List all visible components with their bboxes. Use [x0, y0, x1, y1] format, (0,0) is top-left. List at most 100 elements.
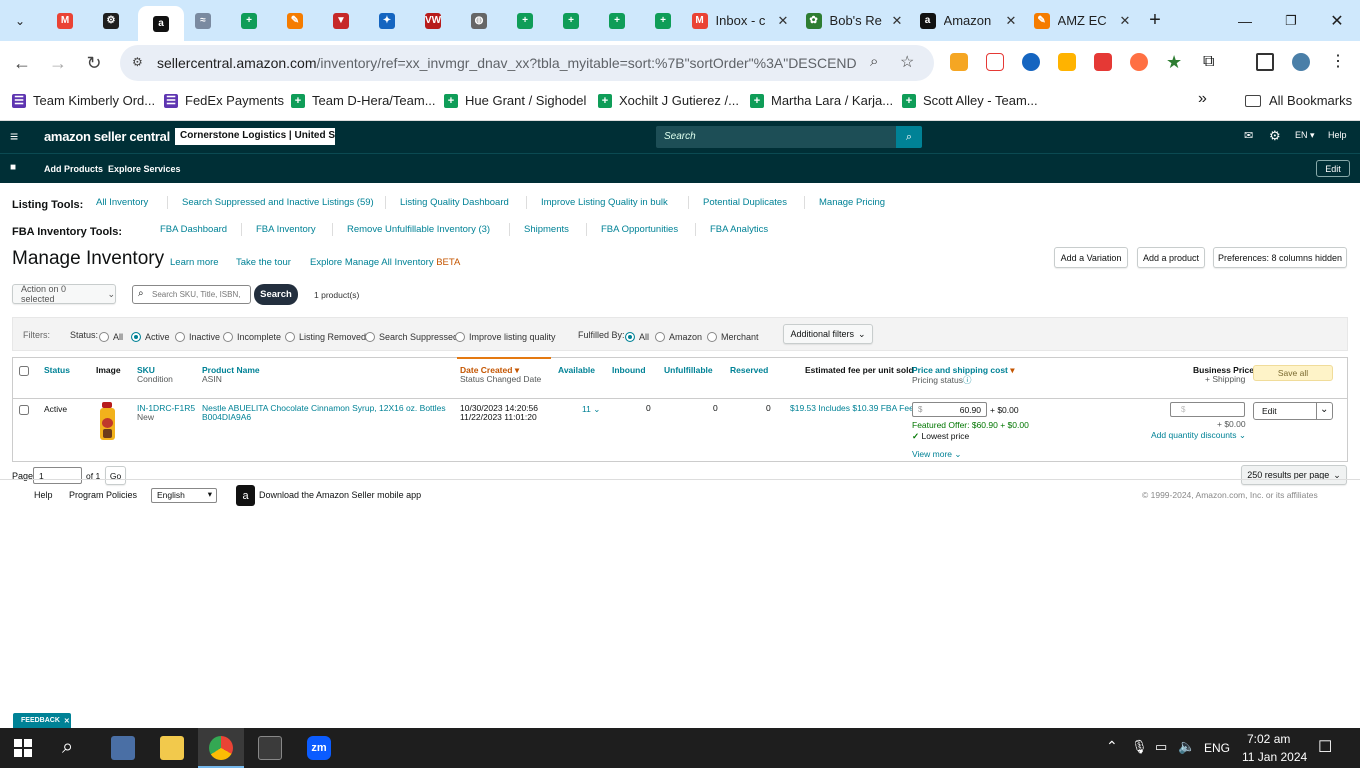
- learn-more-link[interactable]: Learn more: [170, 257, 219, 268]
- footer-language-select[interactable]: English ▾: [151, 488, 217, 503]
- close-tab-icon[interactable]: ✕: [892, 13, 903, 29]
- mail-icon[interactable]: ✉: [1244, 129, 1253, 142]
- seller-central-logo[interactable]: amazon seller central: [44, 129, 170, 144]
- close-tab-icon[interactable]: ✕: [1120, 13, 1131, 29]
- browser-tab[interactable]: ◍: [460, 6, 498, 35]
- product-image[interactable]: [97, 402, 119, 442]
- chevron-down-icon[interactable]: ⌄: [1320, 404, 1328, 415]
- add-variation-button[interactable]: Add a Variation: [1054, 247, 1128, 268]
- results-per-page-dropdown[interactable]: 250 results per page ⌄: [1241, 465, 1347, 485]
- listing-tools-link-2[interactable]: Listing Quality Dashboard: [400, 197, 509, 208]
- extension-icon-6[interactable]: [1130, 53, 1148, 71]
- status-filter-incomplete[interactable]: Incomplete: [223, 328, 281, 346]
- browser-tab[interactable]: ✎ AMZ EC ✕: [1026, 6, 1138, 35]
- seller-app-icon[interactable]: a: [236, 485, 255, 506]
- listing-tools-link-5[interactable]: Manage Pricing: [819, 197, 885, 208]
- tab-search-button[interactable]: ⌄: [2, 6, 38, 35]
- footer-policies-link[interactable]: Program Policies: [69, 490, 137, 500]
- extensions-puzzle-icon[interactable]: ⧉: [1203, 53, 1221, 71]
- status-filter-search-suppressed[interactable]: Search Suppressed: [365, 328, 458, 346]
- volume-icon[interactable]: 🔈: [1178, 738, 1195, 755]
- additional-filters-button[interactable]: Additional filters ⌄: [783, 324, 873, 344]
- close-icon[interactable]: ✕: [64, 717, 70, 725]
- restore-button[interactable]: ❐: [1279, 6, 1303, 35]
- go-button[interactable]: Go: [105, 466, 126, 485]
- row-checkbox[interactable]: [19, 405, 29, 415]
- radio-button[interactable]: [707, 331, 717, 342]
- info-icon[interactable]: ⓘ: [963, 375, 972, 385]
- language-selector[interactable]: EN ▾: [1295, 130, 1315, 141]
- desktop-app-icon[interactable]: [111, 736, 135, 760]
- notifications-icon[interactable]: ☐: [1318, 737, 1332, 757]
- radio-button[interactable]: [285, 331, 295, 342]
- site-info-icon[interactable]: ⚙: [132, 55, 143, 69]
- extension-icon-2[interactable]: [986, 53, 1004, 71]
- microphone-icon[interactable]: 🎙: [1131, 739, 1148, 755]
- view-more-link[interactable]: View more ⌄: [912, 449, 962, 460]
- search-icon[interactable]: ⌕: [62, 736, 73, 759]
- fulfilled-filter-merchant[interactable]: Merchant: [707, 328, 759, 346]
- row-fee[interactable]: $19.53 Includes $10.39 FBA Fee: [790, 403, 914, 413]
- bookmark-item[interactable]: ☰ Team Kimberly Ord...: [12, 93, 155, 108]
- browser-tab[interactable]: +: [552, 6, 590, 35]
- extension-icon-1[interactable]: [950, 53, 968, 71]
- header-available[interactable]: Available: [558, 365, 595, 375]
- select-all-checkbox[interactable]: [19, 366, 29, 376]
- header-reserved[interactable]: Reserved: [730, 365, 768, 375]
- business-price-input[interactable]: $: [1170, 402, 1245, 417]
- extension-icon-4[interactable]: [1058, 53, 1076, 71]
- file-explorer-icon[interactable]: [160, 736, 184, 760]
- listing-tools-link-3[interactable]: Improve Listing Quality in bulk: [541, 197, 668, 208]
- clock-date[interactable]: 11 Jan 2024: [1242, 750, 1307, 764]
- seller-search-button[interactable]: ⌕: [896, 126, 922, 148]
- status-filter-improve-listing-quality[interactable]: Improve listing quality: [455, 328, 556, 346]
- help-link[interactable]: Help: [1328, 130, 1347, 140]
- header-status[interactable]: Status: [44, 365, 70, 375]
- download-app-link[interactable]: Download the Amazon Seller mobile app: [259, 490, 421, 500]
- browser-tab[interactable]: ✦: [368, 6, 406, 35]
- feedback-tab[interactable]: FEEDBACK ✕: [13, 713, 71, 728]
- gear-icon[interactable]: ⚙: [1269, 128, 1281, 144]
- menu-dots-icon[interactable]: ⋮: [1330, 53, 1348, 71]
- network-icon[interactable]: ▭: [1155, 739, 1167, 755]
- account-switcher[interactable]: Cornerstone Logistics | United S...: [175, 128, 335, 145]
- browser-tab[interactable]: +: [598, 6, 636, 35]
- forward-button[interactable]: →: [46, 51, 70, 75]
- close-tab-icon[interactable]: ✕: [1006, 13, 1017, 29]
- chevron-up-icon[interactable]: ⌃: [1106, 738, 1118, 755]
- nav-explore-services[interactable]: Explore Services: [108, 164, 181, 174]
- radio-button[interactable]: [223, 331, 233, 342]
- browser-tab[interactable]: ✿ Bob's Re ✕: [798, 6, 910, 35]
- bookmark-item[interactable]: + Scott Alley - Team...: [902, 93, 1038, 108]
- back-button[interactable]: ←: [10, 51, 34, 75]
- browser-tab[interactable]: M Inbox - c ✕: [684, 6, 796, 35]
- close-tab-icon[interactable]: ✕: [778, 13, 789, 29]
- bookmark-star-icon[interactable]: ☆: [900, 52, 914, 72]
- footer-help-link[interactable]: Help: [34, 490, 53, 500]
- fba-tools-link-4[interactable]: FBA Opportunities: [601, 224, 678, 235]
- extension-icon-5[interactable]: [1094, 53, 1112, 71]
- side-panel-icon[interactable]: [1256, 53, 1274, 71]
- price-input[interactable]: $ 60.90: [912, 402, 987, 417]
- browser-tab[interactable]: ✎: [276, 6, 314, 35]
- new-tab-button[interactable]: +: [1144, 6, 1166, 35]
- radio-button[interactable]: [99, 331, 109, 342]
- close-window-button[interactable]: ✕: [1325, 6, 1349, 35]
- bookmark-item[interactable]: ☰ FedEx Payments: [164, 93, 284, 108]
- fulfilled-filter-all[interactable]: All: [625, 328, 649, 346]
- browser-tab[interactable]: ⚙: [92, 6, 130, 35]
- browser-tab[interactable]: VW: [414, 6, 452, 35]
- inventory-search-button[interactable]: Search: [254, 284, 298, 305]
- edit-nav-button[interactable]: Edit: [1316, 160, 1350, 177]
- seller-search-input[interactable]: Search: [656, 126, 896, 148]
- explore-all-inventory-link[interactable]: Explore Manage All Inventory BETA: [310, 257, 460, 268]
- save-all-button[interactable]: Save all: [1253, 365, 1333, 381]
- bookmark-item[interactable]: + Martha Lara / Karja...: [750, 93, 893, 108]
- bookmark-item[interactable]: + Xochilt J Gutierez /...: [598, 93, 739, 108]
- browser-tab[interactable]: +: [506, 6, 544, 35]
- calculator-icon[interactable]: [258, 736, 282, 760]
- windows-start-icon[interactable]: [14, 739, 32, 757]
- zoom-icon[interactable]: ⌕: [870, 53, 878, 70]
- row-available[interactable]: 11 ⌄: [582, 404, 600, 415]
- fulfilled-filter-amazon[interactable]: Amazon: [655, 328, 702, 346]
